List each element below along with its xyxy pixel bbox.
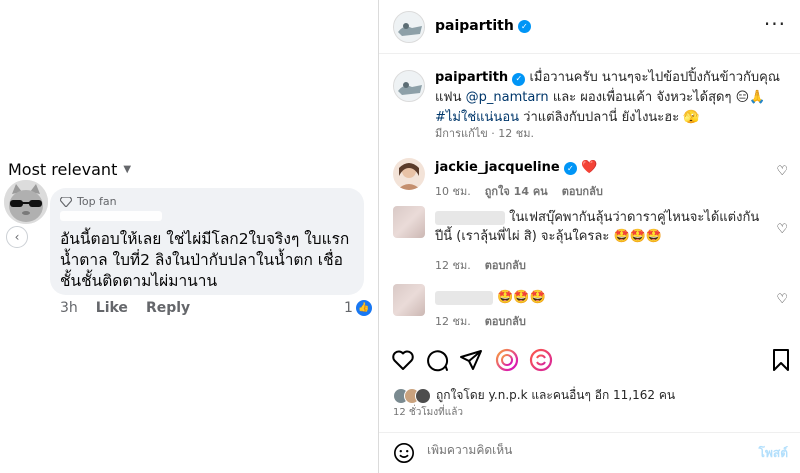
redacted-username <box>435 210 505 225</box>
reply-button[interactable]: ตอบกลับ <box>485 256 526 274</box>
comment-username[interactable]: jackie_jacqueline <box>435 160 560 175</box>
comment-time: 10 ชม. <box>435 185 471 198</box>
redacted-avatar[interactable] <box>393 206 425 238</box>
heart-outline-icon[interactable]: ♡ <box>776 292 788 307</box>
comment-text: ❤️ <box>580 160 598 175</box>
profile-image <box>394 71 424 101</box>
bookmark-icon[interactable] <box>769 348 795 374</box>
header-username[interactable]: paipartith ✓ <box>435 18 531 34</box>
verified-badge-icon: ✓ <box>563 162 577 175</box>
caption-meta: มีการแก้ไข · 12 ชม. <box>435 127 534 140</box>
comment-meta: 12 ชม. ตอบกลับ <box>435 256 526 274</box>
reaction-summary[interactable]: 1 👍 <box>344 300 372 316</box>
redacted-name <box>60 211 162 221</box>
like-button[interactable]: Like <box>96 300 128 316</box>
add-comment-bar: โพสต์ <box>379 432 800 473</box>
post-header: paipartith ✓ ··· <box>379 0 800 54</box>
like-heart-icon[interactable] <box>391 348 417 374</box>
reaction-count: 1 <box>344 300 353 316</box>
reply-button[interactable]: Reply <box>146 300 190 316</box>
comment-actions: 3h Like Reply <box>60 300 190 316</box>
verified-badge-icon: ✓ <box>517 19 531 33</box>
comment-body: 🤩🤩🤩 <box>435 288 765 307</box>
facebook-comment-panel: Most relevant ▼ ‹ Top fan อันนี้ตอบให้เล… <box>0 0 378 473</box>
comment-body: jackie_jacqueline ✓ ❤️ <box>435 158 765 177</box>
more-options-icon[interactable]: ··· <box>764 12 786 36</box>
caption-mention-link[interactable]: @p_namtarn <box>466 90 549 105</box>
post-caption: paipartith ✓ เมื่อวานครับ นานๆจะไปข้อปปิ… <box>435 68 789 128</box>
remix-icon[interactable] <box>529 348 555 374</box>
profile-image <box>393 158 425 190</box>
avatar[interactable] <box>393 11 425 43</box>
add-comment-input[interactable] <box>427 443 727 457</box>
profile-image <box>394 12 424 42</box>
reply-button[interactable]: ตอบกลับ <box>562 182 603 200</box>
audio-ring-icon[interactable] <box>495 348 521 374</box>
comment-likes-button[interactable]: ถูกใจ 14 คน <box>485 182 548 200</box>
likes-summary[interactable]: ถูกใจโดย y.n.p.k และคนอื่นๆ อีก 11,162 ค… <box>393 386 675 405</box>
caption-avatar[interactable] <box>393 70 425 102</box>
post-action-bar <box>379 348 800 378</box>
liker-avatar <box>415 387 431 404</box>
thumbs-up-icon: 👍 <box>355 300 372 316</box>
redacted-avatar[interactable] <box>393 284 425 316</box>
top-fan-badge: Top fan <box>60 195 117 208</box>
comment-body: ในเฟสบุ๊คพากันลุ้นว่าดาราคู่ไหนจะได้แต่ง… <box>435 208 765 246</box>
heart-outline-icon[interactable]: ♡ <box>776 222 788 237</box>
caption-text-3: ว่าแต่ลิงกับปลานี่ ยังไงนะฮะ 🫣 <box>523 110 700 125</box>
chevron-down-icon: ▼ <box>123 164 132 175</box>
comment-time: 3h <box>60 300 78 316</box>
diamond-icon <box>60 196 72 207</box>
emoji-smiley-icon[interactable] <box>393 442 415 464</box>
avatar[interactable] <box>4 180 48 224</box>
comment-meta: 10 ชม. ถูกใจ 14 คน ตอบกลับ <box>435 182 603 200</box>
caption-username[interactable]: paipartith <box>435 70 508 85</box>
caption-text-2: และ ผองเพื่อนเค้า จังหวะได้สุดๆ 😑🙏 <box>552 90 766 105</box>
badge-label: Top fan <box>77 195 117 208</box>
sort-label: Most relevant <box>8 160 118 179</box>
screenshot-root: Most relevant ▼ ‹ Top fan อันนี้ตอบให้เล… <box>0 0 800 473</box>
cat-sunglasses-avatar-image <box>4 180 48 224</box>
username-text: paipartith <box>435 18 514 34</box>
comment-text: อันนี้ตอบให้เลย ใช่ไผ่มีโลก2ใบจริงๆ ใบแร… <box>60 230 350 290</box>
share-paper-plane-icon[interactable] <box>459 348 485 374</box>
comment-time: 12 ชม. <box>435 315 471 328</box>
post-comment-button[interactable]: โพสต์ <box>759 444 788 463</box>
heart-outline-icon[interactable]: ♡ <box>776 164 788 179</box>
likes-text: ถูกใจโดย y.n.p.k และคนอื่นๆ อีก 11,162 ค… <box>436 388 676 402</box>
caption-hashtag-link[interactable]: #ไม่ใช่แน่นอน <box>435 110 519 125</box>
reply-button[interactable]: ตอบกลับ <box>485 312 526 330</box>
redacted-username <box>435 290 493 305</box>
verified-badge-icon: ✓ <box>512 72 526 86</box>
comment-time: 12 ชม. <box>435 259 471 272</box>
sort-dropdown[interactable]: Most relevant ▼ <box>8 160 131 179</box>
chevron-left-icon[interactable]: ‹ <box>6 226 28 248</box>
comment-bubble-icon[interactable] <box>425 348 451 374</box>
avatar[interactable] <box>393 158 425 190</box>
instagram-post-panel: paipartith ✓ ··· paipartith ✓ เมื่อวานคร… <box>379 0 800 473</box>
comment-text: 🤩🤩🤩 <box>497 290 546 305</box>
comment-meta: 12 ชม. ตอบกลับ <box>435 312 526 330</box>
post-timestamp: 12 ชั่วโมงที่แล้ว <box>393 407 463 418</box>
